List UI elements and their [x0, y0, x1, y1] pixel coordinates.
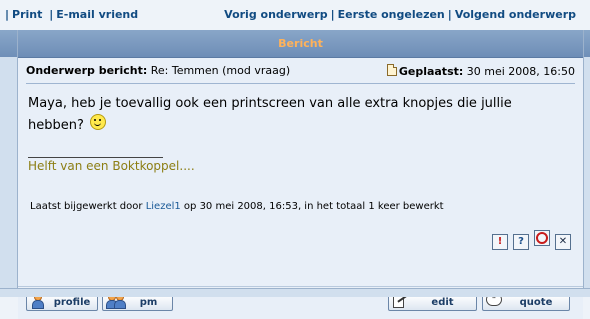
- message-header-title: Bericht: [278, 37, 323, 50]
- subject-label: Onderwerp bericht:: [26, 64, 148, 77]
- posted-date: 30 mei 2008, 16:50: [466, 65, 575, 78]
- post-body: Onderwerp bericht: Re: Temmen (mod vraag…: [18, 58, 583, 286]
- top-navigation: | Print | E-mail vriend Vorig onderwerp | Ee…: [0, 0, 590, 30]
- post-message: Maya, heb je toevallig ook een printscre…: [28, 94, 568, 136]
- smile-icon: [90, 114, 107, 130]
- editor-user-link[interactable]: Liezel1: [146, 201, 181, 212]
- subject-divider: [26, 83, 575, 84]
- author-column: [0, 30, 18, 296]
- top-nav-left: | Print | E-mail vriend: [2, 8, 138, 21]
- top-nav-right: Vorig onderwerp | Eerste ongelezen | Volgend…: [224, 8, 576, 21]
- separator: |: [49, 8, 54, 21]
- previous-topic-link[interactable]: Vorig onderwerp: [224, 8, 327, 21]
- edit-notice-prefix: Laatst bijgewerkt door: [30, 201, 143, 212]
- report-icon[interactable]: !: [492, 234, 508, 250]
- email-friend-link[interactable]: E-mail vriend: [56, 8, 138, 21]
- post-table: Bericht Onderwerp bericht: Re: Temmen (m…: [0, 30, 590, 319]
- post-subject-bar: Onderwerp bericht: Re: Temmen (mod vraag…: [26, 64, 575, 80]
- print-link[interactable]: Print: [12, 8, 42, 21]
- next-topic-link[interactable]: Volgend onderwerp: [455, 8, 576, 21]
- author-column-header: [0, 30, 17, 57]
- moderation-icons: !? ✕: [487, 229, 571, 250]
- pm-button-label: pm: [139, 297, 158, 308]
- ban-circle: [536, 232, 548, 244]
- right-border-column: [583, 30, 590, 296]
- right-column-header: [584, 30, 590, 57]
- ban-icon[interactable]: [534, 230, 550, 246]
- quote-button-label: quote: [519, 297, 553, 308]
- profile-button-label: profile: [53, 297, 91, 308]
- signature-divider: [28, 157, 163, 158]
- delete-icon[interactable]: ✕: [555, 234, 571, 250]
- edit-button-label: edit: [431, 297, 454, 308]
- edit-notice-suffix: op 30 mei 2008, 16:53, in het totaal 1 k…: [183, 201, 444, 212]
- separator: |: [447, 8, 452, 21]
- signature: Helft van een Boktkoppel....: [28, 159, 195, 173]
- first-unread-link[interactable]: Eerste ongelezen: [338, 8, 445, 21]
- subject-text: Re: Temmen (mod vraag): [150, 64, 291, 77]
- post-icon[interactable]: [386, 64, 397, 76]
- posted-label: Geplaatst:: [398, 65, 464, 78]
- message-header: Bericht: [18, 30, 583, 58]
- separator: |: [330, 8, 335, 21]
- posted-info: Geplaatst: 30 mei 2008, 16:50: [386, 64, 575, 78]
- info-icon[interactable]: ?: [513, 234, 529, 250]
- edit-notice: Laatst bijgewerkt door Liezel1 op 30 mei…: [30, 201, 444, 212]
- separator: |: [5, 8, 10, 21]
